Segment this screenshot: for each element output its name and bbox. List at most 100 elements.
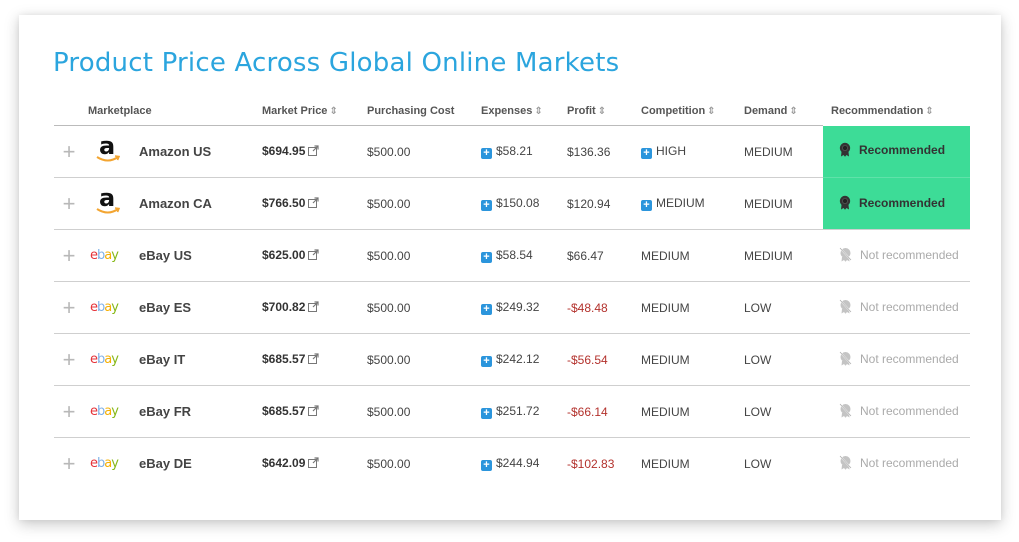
expand-cell[interactable]: + — [54, 385, 84, 438]
table-row: + ebay eBay FR $685.57 $500.00 + $251.72 … — [54, 385, 970, 438]
expand-row-icon[interactable]: + — [63, 191, 76, 216]
expenses-detail-plus-icon[interactable]: + — [481, 460, 492, 471]
external-link-icon[interactable] — [308, 353, 319, 367]
demand-value: MEDIUM — [744, 248, 793, 263]
market-price-cell: $685.57 — [262, 333, 367, 386]
expenses-detail-plus-icon[interactable]: + — [481, 408, 492, 419]
competition-cell: MEDIUM — [641, 437, 744, 489]
recommendation-label: Recommended — [859, 143, 946, 158]
page-title: Product Price Across Global Online Marke… — [53, 48, 620, 78]
external-link-icon[interactable] — [308, 405, 319, 419]
external-link-icon[interactable] — [308, 457, 319, 471]
header-recommendation[interactable]: Recommendation ⇕ — [823, 97, 970, 126]
sort-icon[interactable]: ⇕ — [329, 106, 337, 117]
recommendation-label: Not recommended — [860, 403, 959, 418]
demand-cell: MEDIUM — [744, 125, 823, 178]
table-row: + a Amazon CA $766.50 $500.00 + $150.08 $… — [54, 177, 970, 230]
recommendation-label: Not recommended — [860, 455, 959, 470]
expenses-detail-plus-icon[interactable]: + — [481, 304, 492, 315]
recommendation-cell: Not recommended — [823, 333, 970, 386]
expenses-cell: + $58.54 — [481, 229, 567, 282]
table-row: + ebay eBay US $625.00 $500.00 + $58.54 $… — [54, 229, 970, 282]
purchasing-cost: $500.00 — [367, 300, 411, 315]
profit-cell: -$66.14 — [567, 385, 641, 438]
table-row: + a Amazon US $694.95 $500.00 + $58.21 $1… — [54, 125, 970, 178]
sort-icon[interactable]: ⇕ — [925, 106, 933, 117]
expand-row-icon[interactable]: + — [63, 347, 76, 372]
competition-detail-plus-icon[interactable]: + — [641, 148, 652, 159]
sort-icon[interactable]: ⇕ — [598, 106, 606, 117]
sort-icon[interactable]: ⇕ — [707, 106, 715, 117]
expand-cell[interactable]: + — [54, 177, 84, 230]
purchasing-cost-cell: $500.00 — [367, 281, 481, 334]
profit-value: -$102.83 — [567, 456, 615, 471]
expenses-cell: + $251.72 — [481, 385, 567, 438]
expenses-detail-plus-icon[interactable]: + — [481, 200, 492, 211]
expand-cell[interactable]: + — [54, 125, 84, 178]
header-demand[interactable]: Demand ⇕ — [744, 97, 823, 126]
purchasing-cost-cell: $500.00 — [367, 385, 481, 438]
expenses-detail-plus-icon[interactable]: + — [481, 252, 492, 263]
expand-row-icon[interactable]: + — [63, 139, 76, 164]
external-link-icon[interactable] — [308, 301, 319, 315]
market-price-cell: $694.95 — [262, 125, 367, 178]
marketplace-name: Amazon CA — [139, 196, 212, 211]
purchasing-cost: $500.00 — [367, 248, 411, 263]
ebay-logo-icon: ebay — [90, 300, 119, 315]
market-price-card: Product Price Across Global Online Marke… — [19, 15, 1001, 520]
header-competition[interactable]: Competition ⇕ — [641, 97, 744, 126]
expand-row-icon[interactable]: + — [63, 243, 76, 268]
competition-value: MEDIUM — [641, 456, 690, 471]
expand-cell[interactable]: + — [54, 229, 84, 282]
competition-cell: + HIGH — [641, 125, 744, 178]
header-expenses[interactable]: Expenses ⇕ — [481, 97, 567, 126]
expand-row-icon[interactable]: + — [63, 399, 76, 424]
external-link-icon[interactable] — [308, 249, 319, 263]
profit-value: $120.94 — [567, 196, 611, 211]
expand-cell[interactable]: + — [54, 437, 84, 489]
profit-value: $66.47 — [567, 248, 604, 263]
external-link-icon[interactable] — [308, 145, 319, 159]
purchasing-cost-cell: $500.00 — [367, 333, 481, 386]
marketplace-name-cell: eBay IT — [139, 333, 262, 386]
recommendation-label: Not recommended — [860, 351, 959, 366]
market-price: $700.82 — [262, 300, 306, 314]
expenses-detail-plus-icon[interactable]: + — [481, 148, 492, 159]
demand-cell: LOW — [744, 333, 823, 386]
demand-value: MEDIUM — [744, 196, 793, 211]
ebay-logo-icon: ebay — [90, 352, 119, 367]
sort-icon[interactable]: ⇕ — [789, 106, 797, 117]
header-expand — [54, 97, 84, 126]
marketplace-name: eBay FR — [139, 404, 192, 419]
header-profit[interactable]: Profit ⇕ — [567, 97, 641, 126]
not-recommended-icon — [839, 246, 852, 265]
external-link-icon[interactable] — [308, 197, 319, 211]
ebay-logo-icon: ebay — [90, 404, 119, 419]
expenses-value: $58.21 — [496, 144, 533, 158]
ebay-logo: ebay — [84, 229, 139, 282]
amazon-logo: a — [84, 177, 139, 230]
expenses-detail-plus-icon[interactable]: + — [481, 356, 492, 367]
profit-value: -$56.54 — [567, 352, 608, 367]
demand-cell: LOW — [744, 437, 823, 489]
recommendation-label: Not recommended — [860, 299, 959, 314]
competition-detail-plus-icon[interactable]: + — [641, 200, 652, 211]
expand-cell[interactable]: + — [54, 333, 84, 386]
expand-row-icon[interactable]: + — [63, 451, 76, 476]
marketplace-name: eBay IT — [139, 352, 186, 367]
market-price: $685.57 — [262, 352, 306, 366]
market-price: $694.95 — [262, 144, 306, 158]
market-price-table: Marketplace Market Price ⇕ Purchasing Cos… — [54, 97, 970, 489]
expand-row-icon[interactable]: + — [63, 295, 76, 320]
competition-cell: + MEDIUM — [641, 177, 744, 230]
expenses-cell: + $242.12 — [481, 333, 567, 386]
market-price: $625.00 — [262, 248, 306, 262]
recommendation-cell: Not recommended — [823, 281, 970, 334]
header-marketplace: Marketplace — [88, 105, 152, 117]
header-market-price[interactable]: Market Price ⇕ — [262, 97, 367, 126]
expand-cell[interactable]: + — [54, 281, 84, 334]
ebay-logo: ebay — [84, 437, 139, 489]
not-recommended-icon — [839, 454, 852, 473]
sort-icon[interactable]: ⇕ — [534, 106, 542, 117]
marketplace-name: eBay ES — [139, 300, 192, 315]
